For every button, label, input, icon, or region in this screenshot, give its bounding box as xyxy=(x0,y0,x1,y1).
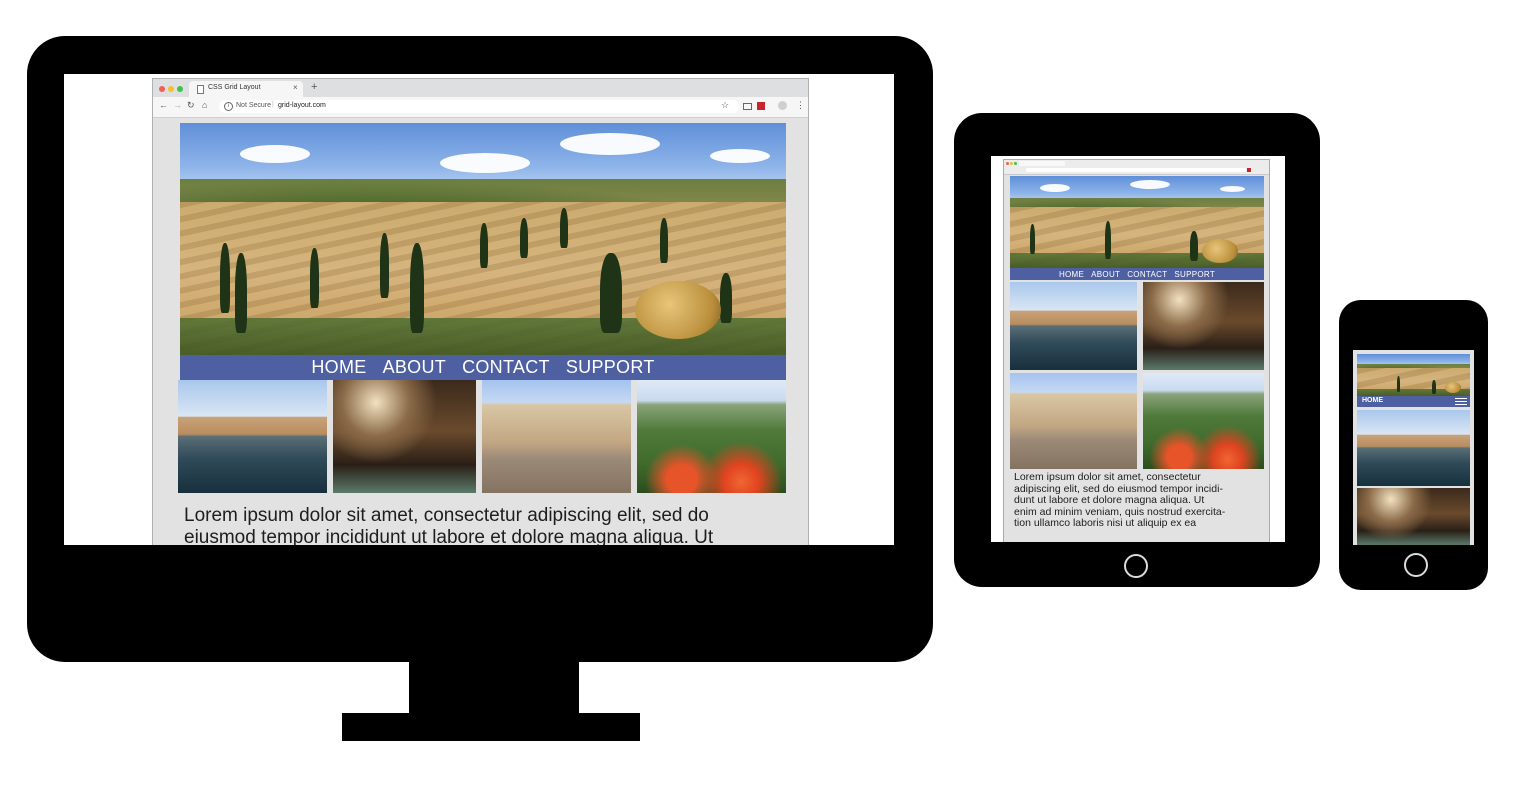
window-minimize-dot[interactable] xyxy=(1010,162,1013,165)
gallery-photo-florence xyxy=(178,380,327,493)
desktop-screen: CSS Grid Layout × + ← → ↻ ⌂ i Not Secure… xyxy=(64,74,894,545)
url-text: grid-layout.com xyxy=(278,102,326,109)
tablet-body-text: Lorem ipsum dolor sit amet, consectetur … xyxy=(1014,471,1264,530)
home-icon[interactable]: ⌂ xyxy=(202,100,207,110)
body-text-line: eiusmod tempor incididunt ut labore et d… xyxy=(184,527,714,545)
window-minimize-dot[interactable] xyxy=(168,86,174,92)
gallery-photo-poppies xyxy=(637,380,786,493)
browser-tabbar: CSS Grid Layout × + xyxy=(153,79,808,97)
phone-home-button[interactable] xyxy=(1404,553,1428,577)
browser-tab[interactable]: CSS Grid Layout × xyxy=(189,81,303,97)
browser-window: CSS Grid Layout × + ← → ↻ ⌂ i Not Secure… xyxy=(152,78,809,545)
hamburger-menu-icon[interactable] xyxy=(1455,398,1467,405)
forward-icon[interactable]: → xyxy=(173,100,182,110)
gallery-photo-florence xyxy=(1010,282,1137,370)
phone-screen: HOME xyxy=(1353,350,1474,545)
window-maximize-dot[interactable] xyxy=(1014,162,1017,165)
desktop-body-text: Lorem ipsum dolor sit amet, consectetur … xyxy=(184,505,794,545)
phone-nav-bar: HOME xyxy=(1357,396,1470,407)
reload-icon[interactable]: ↻ xyxy=(187,100,195,111)
address-bar[interactable]: i Not Secure | grid-layout.com xyxy=(219,100,739,113)
gallery-photo-poppies xyxy=(1143,373,1264,469)
hero-landscape-image xyxy=(180,123,786,355)
profile-icon[interactable] xyxy=(778,101,787,110)
nav-support-link[interactable]: SUPPORT xyxy=(1174,270,1215,279)
gallery-photo-cafe xyxy=(333,380,476,493)
gallery-photo-piazza xyxy=(482,380,631,493)
cast-icon[interactable] xyxy=(743,103,752,110)
tablet-home-button[interactable] xyxy=(1124,554,1148,578)
browser-toolbar: ← → ↻ ⌂ i Not Secure | grid-layout.com ☆… xyxy=(153,97,808,118)
page-icon xyxy=(197,85,204,94)
info-icon[interactable]: i xyxy=(224,102,233,111)
bookmark-star-icon[interactable]: ☆ xyxy=(721,100,729,111)
extension-icon[interactable] xyxy=(1247,168,1251,172)
url-separator: | xyxy=(272,101,274,108)
address-bar[interactable] xyxy=(1026,168,1246,172)
gallery-photo-cafe xyxy=(1357,488,1470,545)
tablet-browser-chrome xyxy=(1004,160,1269,175)
gallery-photo-piazza xyxy=(1010,373,1137,469)
body-text-line: Lorem ipsum dolor sit amet, consectetur xyxy=(1014,471,1201,483)
nav-home-link[interactable]: HOME xyxy=(311,357,366,378)
tablet-browser-window: HOME ABOUT CONTACT SUPPORT Lorem ipsum d… xyxy=(1003,159,1270,542)
tab-title: CSS Grid Layout xyxy=(208,84,261,91)
monitor-base xyxy=(342,713,640,741)
new-tab-button[interactable]: + xyxy=(311,81,317,93)
desktop-nav-bar: HOME ABOUT CONTACT SUPPORT xyxy=(180,355,786,380)
tablet-screen: HOME ABOUT CONTACT SUPPORT Lorem ipsum d… xyxy=(991,156,1285,542)
nav-contact-link[interactable]: CONTACT xyxy=(1127,270,1167,279)
body-text-line: Lorem ipsum dolor sit amet, consectetur … xyxy=(184,505,709,526)
extension-icon[interactable] xyxy=(757,102,765,110)
window-close-dot[interactable] xyxy=(1006,162,1009,165)
close-tab-icon[interactable]: × xyxy=(293,83,298,92)
body-text-line: dunt ut labore et dolore magna aliqua. U… xyxy=(1014,494,1205,506)
nav-about-link[interactable]: ABOUT xyxy=(383,357,447,378)
monitor-neck xyxy=(409,660,579,716)
phone-hero-image xyxy=(1357,354,1470,396)
tablet-hero-image xyxy=(1010,176,1264,268)
tablet-nav-bar: HOME ABOUT CONTACT SUPPORT xyxy=(1010,268,1264,280)
menu-kebab-icon[interactable]: ⋮ xyxy=(796,100,805,111)
nav-about-link[interactable]: ABOUT xyxy=(1091,270,1120,279)
window-close-dot[interactable] xyxy=(159,86,165,92)
gallery-photo-cafe xyxy=(1143,282,1264,370)
nav-support-link[interactable]: SUPPORT xyxy=(566,357,655,378)
window-maximize-dot[interactable] xyxy=(177,86,183,92)
back-icon[interactable]: ← xyxy=(159,100,168,110)
nav-home-link[interactable]: HOME xyxy=(1362,397,1383,404)
gallery-photo-florence xyxy=(1357,410,1470,486)
security-label: Not Secure xyxy=(236,102,272,109)
nav-contact-link[interactable]: CONTACT xyxy=(462,357,550,378)
browser-tab[interactable] xyxy=(1019,161,1065,166)
nav-home-link[interactable]: HOME xyxy=(1059,270,1084,279)
body-text-line: tion ullamco laboris nisi ut aliquip ex … xyxy=(1014,517,1197,529)
